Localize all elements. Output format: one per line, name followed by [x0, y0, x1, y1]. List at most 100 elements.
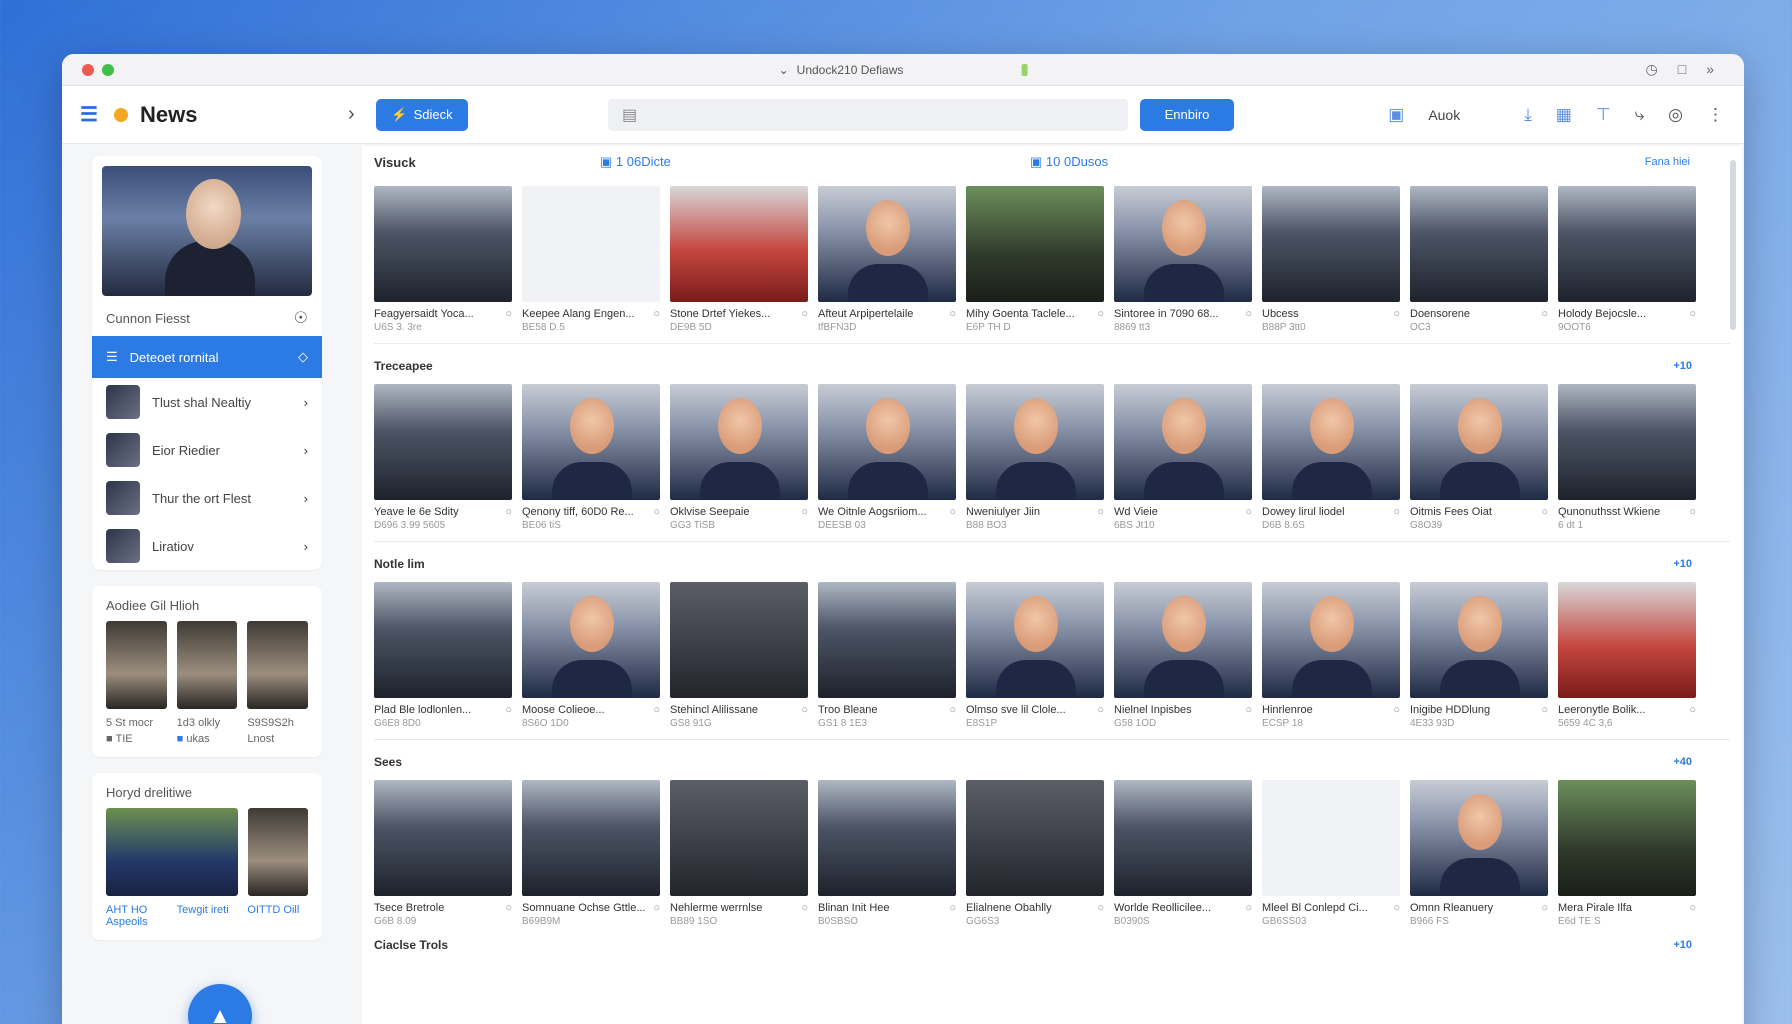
news-tile[interactable]: Omnn Rleanuery ○ B966 FS: [1410, 780, 1548, 927]
action-button[interactable]: Ennbiro: [1140, 98, 1234, 131]
news-tile[interactable]: Keepee Alang Engen... ○ BE58 D.5: [522, 186, 660, 333]
tile-image[interactable]: [1558, 780, 1696, 896]
options-icon[interactable]: ○: [949, 506, 956, 518]
news-tile[interactable]: Qenony tiff, 60D0 Re... ○ BE06 tiS: [522, 384, 660, 531]
floating-action-button[interactable]: ▲: [188, 984, 252, 1024]
options-icon[interactable]: ○: [949, 902, 956, 914]
options-icon[interactable]: ○: [505, 902, 512, 914]
settings-icon[interactable]: ◎: [1668, 105, 1683, 125]
tile-image[interactable]: [374, 186, 512, 302]
news-tile[interactable]: We Oitnle Aogsriiom... ○ DEESB 03: [818, 384, 956, 531]
mini-thumbnail[interactable]: [247, 621, 309, 709]
tile-image[interactable]: [670, 186, 808, 302]
tile-image[interactable]: [1262, 384, 1400, 500]
news-tile[interactable]: Dowey lirul liodel ○ D6B 8.6S: [1262, 384, 1400, 531]
news-tile[interactable]: Olmso sve lil Clole... ○ E8S1P: [966, 582, 1104, 729]
tile-image[interactable]: [966, 384, 1104, 500]
tile-image[interactable]: [374, 384, 512, 500]
more-link[interactable]: +10: [1673, 933, 1692, 957]
options-icon[interactable]: ○: [1097, 704, 1104, 716]
mini-thumbnail[interactable]: [106, 808, 238, 896]
news-tile[interactable]: Afteut Arpipertelaile ○ tfBFN3D: [818, 186, 956, 333]
options-icon[interactable]: ○: [801, 704, 808, 716]
news-tile[interactable]: Somnuane Ochse Gttle... ○ B69B9M: [522, 780, 660, 927]
more-link[interactable]: +10: [1673, 354, 1692, 378]
sidebar-item[interactable]: Liratiov ›: [92, 522, 322, 570]
news-tile[interactable]: Nielnel Inpisbes ○ G58 1OD: [1114, 582, 1252, 729]
primary-button[interactable]: ⚡ Sdieck: [376, 98, 468, 131]
mini-thumbnail[interactable]: [106, 621, 167, 709]
sidebar-item[interactable]: Eior Riedier ›: [92, 426, 322, 474]
tile-image[interactable]: [1262, 186, 1400, 302]
options-icon[interactable]: ○: [1689, 308, 1696, 320]
tag-filter-1[interactable]: ▣ 1 06Dicte: [600, 154, 671, 170]
tile-image[interactable]: [818, 384, 956, 500]
options-icon[interactable]: ○: [1245, 506, 1252, 518]
tile-image[interactable]: [374, 780, 512, 896]
options-icon[interactable]: ○: [1393, 902, 1400, 914]
search-input[interactable]: [645, 107, 1128, 122]
news-tile[interactable]: Plad Ble lodlonlen... ○ G6E8 8D0: [374, 582, 512, 729]
menu-icon[interactable]: ☰: [80, 102, 98, 127]
options-icon[interactable]: ○: [1541, 506, 1548, 518]
more-link[interactable]: +40: [1673, 750, 1692, 774]
options-icon[interactable]: ○: [1541, 308, 1548, 320]
options-icon[interactable]: ○: [505, 308, 512, 320]
news-tile[interactable]: Elialnene Obahlly ○ GG6S3: [966, 780, 1104, 927]
options-icon[interactable]: ○: [801, 902, 808, 914]
tile-image[interactable]: [670, 780, 808, 896]
news-tile[interactable]: Tsece Bretrole ○ G6B 8.09: [374, 780, 512, 927]
options-icon[interactable]: ○: [653, 704, 660, 716]
tile-image[interactable]: [374, 582, 512, 698]
more-vertical-icon[interactable]: ⋮: [1707, 105, 1724, 125]
news-tile[interactable]: Feagyersaidt Yoca... ○ U6S 3. 3re: [374, 186, 512, 333]
options-icon[interactable]: ○: [1097, 506, 1104, 518]
tile-image[interactable]: [818, 582, 956, 698]
news-tile[interactable]: Worlde Reollicilee... ○ B0390S: [1114, 780, 1252, 927]
news-tile[interactable]: Moose Colieoe... ○ 8S6O 1D0: [522, 582, 660, 729]
tile-image[interactable]: [966, 186, 1104, 302]
news-tile[interactable]: Wd Vieie ○ 6BS Jt10: [1114, 384, 1252, 531]
tile-image[interactable]: [1410, 582, 1548, 698]
tile-image[interactable]: [670, 384, 808, 500]
maximize-window-button[interactable]: [102, 63, 114, 76]
tile-image[interactable]: [1410, 780, 1548, 896]
chat-icon[interactable]: □: [1678, 61, 1686, 78]
tile-image[interactable]: [818, 780, 956, 896]
options-icon[interactable]: ○: [949, 704, 956, 716]
options-icon[interactable]: ○: [1689, 902, 1696, 914]
tile-image[interactable]: [522, 582, 660, 698]
tile-image[interactable]: [1114, 780, 1252, 896]
options-icon[interactable]: ○: [1689, 506, 1696, 518]
tile-image[interactable]: [818, 186, 956, 302]
sidebar-item[interactable]: Tlust shal Nealtiy ›: [92, 378, 322, 426]
chevron-down-icon[interactable]: ⌄: [779, 63, 789, 77]
tile-image[interactable]: [1114, 582, 1252, 698]
close-window-button[interactable]: [82, 63, 94, 76]
news-tile[interactable]: Mihy Goenta Taclele... ○ E6P TH D: [966, 186, 1104, 333]
tile-image[interactable]: [966, 582, 1104, 698]
news-tile[interactable]: Inigibe HDDlung ○ 4E33 93D: [1410, 582, 1548, 729]
share-icon[interactable]: ⤷: [1635, 105, 1645, 125]
news-tile[interactable]: Nehlerme werrnlse ○ BB89 1SO: [670, 780, 808, 927]
news-tile[interactable]: Nweniulyer Jiin ○ B88 BO3: [966, 384, 1104, 531]
image-icon[interactable]: ▣: [1388, 105, 1404, 125]
hero-image[interactable]: [102, 166, 312, 296]
tile-image[interactable]: [1114, 186, 1252, 302]
more-link[interactable]: +10: [1673, 552, 1692, 576]
tile-image[interactable]: [1262, 780, 1400, 896]
news-tile[interactable]: Blinan Init Hee ○ B0SBSO: [818, 780, 956, 927]
options-icon[interactable]: ○: [949, 308, 956, 320]
tile-image[interactable]: [966, 780, 1104, 896]
sidebar-item[interactable]: Thur the ort Flest ›: [92, 474, 322, 522]
clock-icon[interactable]: ◷: [1646, 61, 1658, 78]
options-icon[interactable]: ○: [1245, 308, 1252, 320]
options-icon[interactable]: ○: [1393, 704, 1400, 716]
options-icon[interactable]: ○: [505, 704, 512, 716]
options-icon[interactable]: ○: [1097, 902, 1104, 914]
tile-image[interactable]: [1558, 186, 1696, 302]
options-icon[interactable]: ○: [801, 308, 808, 320]
options-icon[interactable]: ○: [653, 308, 660, 320]
news-tile[interactable]: Leeronytle Bolik... ○ 5659 4C 3,6: [1558, 582, 1696, 729]
search-bar[interactable]: ▤: [608, 98, 1128, 131]
